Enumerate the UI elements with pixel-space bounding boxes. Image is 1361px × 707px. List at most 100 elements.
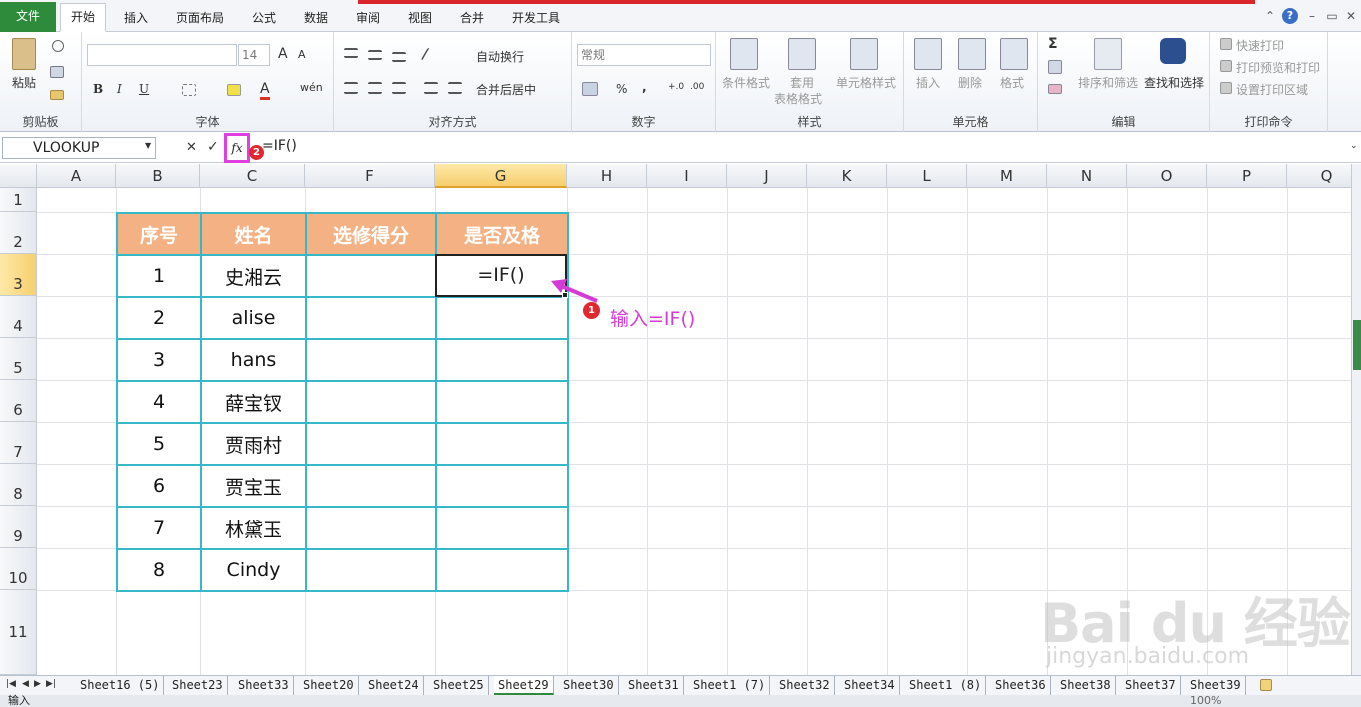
row-header-5[interactable]: 5 [0, 338, 37, 380]
print-area-icon[interactable] [1220, 82, 1232, 94]
quick-print-icon[interactable] [1220, 38, 1232, 50]
select-all-corner[interactable] [0, 164, 37, 188]
italic-button[interactable]: I [117, 82, 122, 96]
print-preview-icon[interactable] [1220, 60, 1232, 72]
increase-indent-icon[interactable] [448, 82, 462, 94]
orientation-icon[interactable] [420, 48, 442, 60]
cell-index[interactable]: 6 [116, 464, 202, 508]
header-index[interactable]: 序号 [116, 212, 202, 256]
row-header-3[interactable]: 3 [0, 254, 37, 296]
merge-center-button[interactable]: 合并后居中 [476, 81, 536, 98]
cell-pass[interactable] [435, 422, 569, 466]
align-bottom-icon[interactable] [392, 52, 406, 62]
cell-score[interactable] [305, 338, 437, 382]
sheet-tab-active[interactable]: Sheet29 [494, 676, 554, 695]
column-header-p[interactable]: P [1207, 164, 1287, 188]
sheet-tab[interactable]: Sheet16 (5) [76, 676, 165, 695]
column-header-c[interactable]: C [200, 164, 305, 188]
cell-styles-label[interactable]: 单元格样式 [836, 74, 896, 91]
paste-label[interactable]: 粘贴 [12, 74, 36, 91]
print-area-label[interactable]: 设置打印区域 [1236, 81, 1308, 98]
sheet-tab[interactable]: Sheet25 [429, 676, 489, 695]
cell-pass[interactable] [435, 506, 569, 550]
currency-icon[interactable] [582, 82, 598, 96]
sheet-tab[interactable]: Sheet34 [840, 676, 900, 695]
format-as-table-label2[interactable]: 表格格式 [774, 90, 822, 107]
column-header-a[interactable]: A [37, 164, 116, 188]
next-sheet-icon[interactable]: ▶ [34, 679, 41, 689]
align-middle-icon[interactable] [368, 50, 382, 60]
row-header-10[interactable]: 10 [0, 548, 37, 590]
tab-view[interactable]: 视图 [402, 6, 438, 32]
last-sheet-icon[interactable]: ▶| [46, 679, 56, 689]
scrollbar-thumb[interactable] [1353, 320, 1361, 370]
header-pass[interactable]: 是否及格 [435, 212, 569, 256]
fill-color-icon[interactable] [227, 84, 241, 96]
cell-score[interactable] [305, 422, 437, 466]
cell-name[interactable]: 薛宝钗 [200, 380, 307, 424]
insert-function-button[interactable]: fx [224, 133, 250, 163]
border-icon[interactable] [182, 84, 196, 96]
cancel-entry-icon[interactable]: ✕ [186, 140, 197, 155]
formula-input[interactable]: =IF() [262, 138, 297, 154]
delete-cells-label[interactable]: 删除 [958, 74, 982, 91]
sort-filter-label[interactable]: 排序和筛选 [1078, 74, 1138, 91]
cell-index[interactable]: 2 [116, 296, 202, 340]
sheet-tab[interactable]: Sheet23 [168, 676, 228, 695]
row-header-8[interactable]: 8 [0, 464, 37, 506]
zoom-level[interactable]: 100% [1190, 695, 1221, 707]
row-header-4[interactable]: 4 [0, 296, 37, 338]
cell-score[interactable] [305, 548, 437, 592]
sheet-tab[interactable]: Sheet20 [299, 676, 359, 695]
column-header-o[interactable]: O [1127, 164, 1207, 188]
name-box[interactable]: VLOOKUP [2, 137, 156, 159]
cell-pass[interactable] [435, 338, 569, 382]
copy-icon[interactable] [50, 66, 64, 78]
tab-merge[interactable]: 合并 [454, 6, 490, 32]
sheet-tab[interactable]: Sheet33 [234, 676, 294, 695]
sheet-tab[interactable]: Sheet37 [1121, 676, 1181, 695]
row-header-6[interactable]: 6 [0, 380, 37, 422]
cell-name[interactable]: 林黛玉 [200, 506, 307, 550]
sheet-tab[interactable]: Sheet1 (8) [905, 676, 987, 695]
cell-pass[interactable] [435, 548, 569, 592]
cell-score[interactable] [305, 464, 437, 508]
insert-cells-icon[interactable] [914, 38, 942, 70]
fill-icon[interactable] [1048, 60, 1062, 74]
cell-name[interactable]: 贾宝玉 [200, 464, 307, 508]
cell-index[interactable]: 7 [116, 506, 202, 550]
cell-index[interactable]: 4 [116, 380, 202, 424]
insert-sheet-icon[interactable] [1260, 679, 1272, 691]
column-header-f[interactable]: F [305, 164, 435, 188]
clear-icon[interactable] [1048, 84, 1062, 94]
header-score[interactable]: 选修得分 [305, 212, 437, 256]
percent-button[interactable]: % [616, 82, 627, 96]
underline-button[interactable]: U [139, 82, 149, 96]
cell-name[interactable]: 史湘云 [200, 254, 307, 298]
row-header-7[interactable]: 7 [0, 422, 37, 464]
comma-button[interactable]: , [642, 80, 647, 94]
name-box-dropdown-icon[interactable]: ▼ [145, 141, 151, 150]
prev-sheet-icon[interactable]: ◀ [22, 679, 29, 689]
sheet-tab[interactable]: Sheet32 [775, 676, 835, 695]
decrease-decimal-icon[interactable]: .00 [690, 82, 704, 92]
cell-name[interactable]: alise [200, 296, 307, 340]
insert-cells-label[interactable]: 插入 [916, 74, 940, 91]
column-header-q[interactable]: Q [1287, 164, 1351, 188]
minimize-button[interactable]: – [1304, 8, 1320, 24]
enter-entry-icon[interactable]: ✓ [207, 139, 219, 155]
find-select-icon[interactable] [1160, 38, 1186, 64]
sheet-tab[interactable]: Sheet31 [624, 676, 684, 695]
header-name[interactable]: 姓名 [200, 212, 307, 256]
delete-cells-icon[interactable] [958, 38, 986, 70]
tab-data[interactable]: 数据 [298, 6, 334, 32]
cell-pass[interactable] [435, 380, 569, 424]
tab-home[interactable]: 开始 [60, 3, 107, 32]
quick-print-label[interactable]: 快速打印 [1236, 37, 1284, 54]
cell-index[interactable]: 8 [116, 548, 202, 592]
tab-review[interactable]: 审阅 [350, 6, 386, 32]
align-center-icon[interactable] [368, 82, 382, 94]
bold-button[interactable]: B [93, 82, 103, 96]
help-icon[interactable]: ? [1282, 8, 1298, 24]
find-select-label[interactable]: 查找和选择 [1144, 74, 1204, 91]
